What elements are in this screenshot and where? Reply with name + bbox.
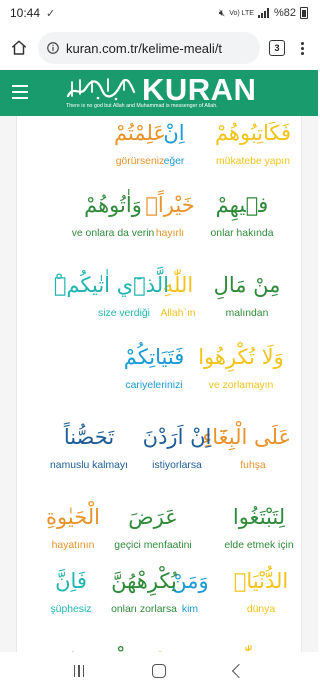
- calligraphy-logo: [66, 78, 136, 101]
- verse-word-row: الدُّنْيَاۜ dünya وَمَنْ kim يُكْرِهْهُنَّ on…: [17, 548, 303, 628]
- word-meaning: onları zorlarsa: [111, 604, 177, 615]
- arabic-word: مِنْ مَالِ: [213, 273, 281, 297]
- site-info-icon[interactable]: [46, 41, 60, 55]
- browser-toolbar: kuran.com.tr/kelime-meali/t 3: [0, 26, 318, 70]
- verse-word[interactable]: فَتَيَاتِكُمْ cariyelerinizi: [109, 324, 199, 404]
- verse-word[interactable]: فَاِنَّ şüphesiz: [37, 548, 105, 628]
- arabic-word: الْحَيٰوةِ: [46, 505, 100, 529]
- arabic-word: اِنْ اَرَدْنَ: [142, 425, 212, 449]
- arabic-word: الدُّنْيَاۜ: [233, 569, 289, 593]
- verse-word[interactable]: يُكْرِهْهُنَّ onları zorlarsa: [99, 548, 189, 628]
- word-meaning: ve zorlamayın: [208, 380, 274, 391]
- system-navigation-bar: [0, 652, 318, 690]
- tab-count: 3: [269, 40, 285, 56]
- verse-word[interactable]: وَلَا تُكْرِهُوا ve zorlamayın: [185, 324, 297, 404]
- status-bar: 10:44 ✓ 🔇︎ Vo) LTE %82: [0, 0, 318, 26]
- verse-word[interactable]: تَحَصُّناً namuslu kalmayı: [37, 404, 141, 484]
- word-meaning-card: فَكَاتِبُوهُمْ mükatebe yapın اِنْ eğer عَلِ…: [16, 116, 302, 652]
- arabic-word: عَرَضَ: [128, 505, 178, 529]
- verse-word[interactable]: اِكْرَاهِهِنَّ: [57, 628, 141, 652]
- verse-word[interactable]: فٖيهِمْ onlar hakında: [197, 172, 287, 252]
- word-meaning: cariyelerinizi: [125, 380, 183, 391]
- verse-word-row: وَلَا تُكْرِهُوا ve zorlamayın فَتَيَاتِكُ…: [17, 324, 303, 404]
- word-meaning: fuhşa: [240, 460, 266, 471]
- word-meaning: namuslu kalmayı: [50, 460, 128, 471]
- word-meaning: şüphesiz: [50, 604, 92, 615]
- verse-word[interactable]: عَلَى الْبِغَٓاءِ fuhşa: [202, 404, 291, 484]
- verse-word[interactable]: الَّذٖٓي اٰتٰيكُمْۜ size verdiği: [53, 252, 169, 332]
- more-dot-icon: [300, 51, 304, 55]
- address-bar[interactable]: kuran.com.tr/kelime-meali/t: [38, 32, 260, 64]
- verse-word[interactable]: عَلِمْتُمْ görürseniz: [95, 116, 185, 180]
- status-time: 10:44: [10, 6, 41, 20]
- home-icon: [11, 40, 27, 55]
- content-area: فَكَاتِبُوهُمْ mükatebe yapın اِنْ eğer عَلِ…: [0, 116, 318, 652]
- word-meaning: ve onlara da verin: [71, 228, 155, 239]
- arabic-word: وَلَا تُكْرِهُوا: [198, 345, 284, 369]
- word-meaning: görürseniz: [115, 156, 165, 167]
- hamburger-menu-icon[interactable]: [12, 85, 28, 99]
- word-meaning: mükatebe yapın: [216, 156, 290, 167]
- more-dot-icon: [300, 46, 304, 50]
- verse-word[interactable]: مِنْ مَالِ malından: [207, 252, 287, 332]
- verse-word-row: اللّٰهَمِنْ بَعْدِاِكْرَاهِهِنَّ: [17, 628, 303, 652]
- more-dot-icon: [300, 41, 304, 45]
- verse-word[interactable]: مِنْ بَعْدِ: [144, 628, 205, 652]
- battery-label: %82: [273, 7, 296, 19]
- word-meaning: size verdiği: [98, 308, 150, 319]
- arabic-word: يُكْرِهْهُنَّ: [111, 569, 177, 593]
- verse-word[interactable]: اِنْ اَرَدْنَ istiyorlarsa: [137, 404, 217, 484]
- verse-word[interactable]: فَكَاتِبُوهُمْ mükatebe yapın: [203, 116, 303, 180]
- logo-tagline: There is no god but Allah and Muhammad i…: [66, 103, 218, 109]
- check-icon: ✓: [46, 7, 56, 20]
- verse-word[interactable]: الدُّنْيَاۜ dünya: [225, 548, 297, 628]
- arabic-word: عَلَى الْبِغَٓاءِ: [202, 425, 291, 449]
- status-indicators: 🔇︎ Vo) LTE %82: [219, 7, 308, 19]
- more-menu-button[interactable]: [292, 35, 312, 61]
- verse-word-row: فٖيهِمْ onlar hakında خَيْراًۗ hayırlı وَاٰت…: [17, 172, 303, 252]
- site-header: KURAN There is no god but Allah and Muha…: [0, 70, 318, 116]
- arabic-word: وَاٰتُوهُمْ: [84, 193, 142, 217]
- word-meaning: istiyorlarsa: [152, 460, 202, 471]
- verse-word[interactable]: وَاٰتُوهُمْ ve onlara da verin: [63, 172, 163, 252]
- arabic-word: فَاِنَّ: [55, 569, 87, 593]
- signal-icon: [257, 8, 270, 18]
- arabic-word: فَتَيَاتِكُمْ: [123, 345, 185, 369]
- back-nav-icon[interactable]: [231, 663, 247, 679]
- arabic-word: تَحَصُّناً: [63, 425, 115, 449]
- verse-word-row: مِنْ مَالِ malından اللّٰهِ Allah`ın الَّذٖٓ…: [17, 252, 303, 332]
- recent-apps-icon[interactable]: [73, 665, 85, 677]
- battery-icon: [300, 7, 308, 19]
- arabic-word: الَّذٖٓي اٰتٰيكُمْۜ: [53, 273, 169, 297]
- arabic-word: عَلِمْتُمْ: [114, 121, 166, 145]
- arabic-word: فَكَاتِبُوهُمْ: [214, 121, 292, 145]
- arabic-word: لِتَبْتَغُوا: [232, 505, 286, 529]
- word-meaning: onlar hakında: [210, 228, 274, 239]
- arabic-word: فٖيهِمْ: [215, 193, 269, 217]
- word-meaning: dünya: [246, 604, 276, 615]
- mute-icon: 🔇︎: [218, 7, 226, 19]
- home-button[interactable]: [6, 35, 32, 61]
- url-text[interactable]: kuran.com.tr/kelime-meali/t: [66, 41, 222, 56]
- network-label: Vo) LTE: [229, 9, 254, 17]
- verse-word-row: فَكَاتِبُوهُمْ mükatebe yapın اِنْ eğer عَلِ…: [17, 116, 303, 180]
- home-nav-icon[interactable]: [152, 664, 167, 678]
- tabs-button[interactable]: 3: [266, 37, 288, 59]
- verse-word[interactable]: اللّٰهَ: [209, 628, 289, 652]
- verse-word-row: عَلَى الْبِغَٓاءِ fuhşa اِنْ اَرَدْنَ istiy…: [17, 404, 303, 484]
- word-meaning: malından: [225, 308, 269, 319]
